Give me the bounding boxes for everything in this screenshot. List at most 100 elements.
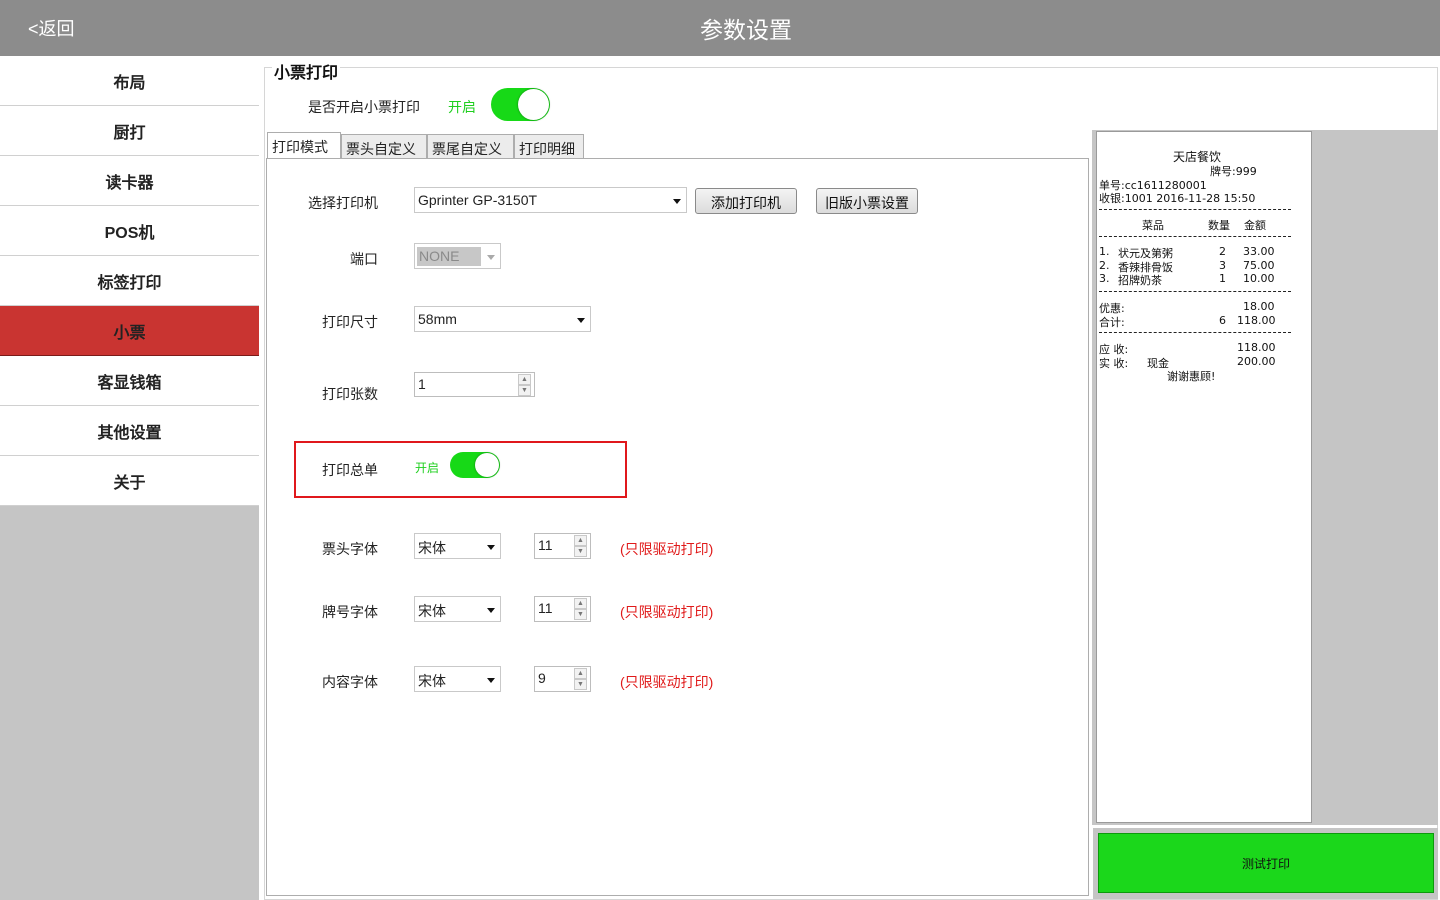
print-mode-panel <box>266 158 1089 896</box>
stepper-buttons: ▲ ▼ <box>574 668 588 690</box>
stepper-up-icon[interactable]: ▲ <box>518 374 531 385</box>
printer-select[interactable]: Gprinter GP-3150T <box>414 187 687 213</box>
port-label: 端口 <box>350 251 378 267</box>
copies-stepper[interactable]: 1 ▲ ▼ <box>414 372 535 397</box>
toggle-knob <box>475 453 499 477</box>
page-title: 参数设置 <box>700 17 792 43</box>
content-font-size-value: 9 <box>538 670 546 686</box>
sidebar-item-display-cashbox[interactable]: 客显钱箱 <box>0 356 259 406</box>
printer-select-value: Gprinter GP-3150T <box>418 192 538 208</box>
chevron-down-icon <box>577 318 585 323</box>
receipt-item-amount: 33.00 <box>1243 245 1275 258</box>
receipt-divider <box>1099 236 1291 237</box>
sidebar: 布局 厨打 读卡器 POS机 标签打印 小票 客显钱箱 其他设置 关于 <box>0 56 259 900</box>
sidebar-item-layout[interactable]: 布局 <box>0 56 259 106</box>
receipt-item-qty: 3 <box>1219 259 1226 272</box>
receipt-item-qty: 2 <box>1219 245 1226 258</box>
stepper-up-icon[interactable]: ▲ <box>574 535 587 546</box>
print-summary-toggle[interactable] <box>450 452 500 478</box>
header-font-select[interactable]: 宋体 <box>414 533 501 559</box>
add-printer-button[interactable]: 添加打印机 <box>695 188 797 214</box>
receipt-paid-method: 现金 <box>1147 357 1169 370</box>
print-summary-state: 开启 <box>415 461 440 475</box>
receipt-divider <box>1099 291 1291 292</box>
chevron-down-icon <box>487 678 495 683</box>
port-select: NONE <box>414 243 501 269</box>
legacy-receipt-settings-button[interactable]: 旧版小票设置 <box>816 188 918 214</box>
group-title: 小票打印 <box>272 59 341 83</box>
chevron-down-icon <box>487 608 495 613</box>
copies-value: 1 <box>418 376 426 392</box>
sidebar-item-label-print[interactable]: 标签打印 <box>0 256 259 306</box>
driver-only-note: (只限驱动打印) <box>620 604 714 620</box>
receipt-item-amount: 75.00 <box>1243 259 1275 272</box>
stepper-buttons: ▲ ▼ <box>574 535 588 557</box>
stepper-down-icon[interactable]: ▼ <box>574 609 587 620</box>
stepper-down-icon[interactable]: ▼ <box>574 546 587 557</box>
print-summary-label: 打印总单 <box>322 462 378 478</box>
enable-receipt-label: 是否开启小票打印 <box>308 99 420 115</box>
receipt-discount-value: 18.00 <box>1243 300 1275 313</box>
header-font-value: 宋体 <box>418 540 446 556</box>
header-font-label: 票头字体 <box>322 541 378 557</box>
tab-footer-custom[interactable]: 票尾自定义 <box>427 134 514 159</box>
receipt-divider <box>1099 332 1291 333</box>
receipt-total-qty: 6 <box>1219 314 1226 327</box>
sidebar-item-pos[interactable]: POS机 <box>0 206 259 256</box>
tab-header-custom[interactable]: 票头自定义 <box>341 134 427 159</box>
receipt-thanks: 谢谢惠顾! <box>1167 370 1216 383</box>
printer-label: 选择打印机 <box>308 195 378 211</box>
sidebar-item-card-reader[interactable]: 读卡器 <box>0 156 259 206</box>
receipt-item-idx: 1. <box>1099 245 1110 258</box>
receipt-paid-label: 实 收: <box>1099 357 1129 370</box>
receipt-total-label: 合计: <box>1099 316 1125 329</box>
header-font-size-value: 11 <box>538 537 553 553</box>
print-size-select[interactable]: 58mm <box>414 306 591 332</box>
number-font-select[interactable]: 宋体 <box>414 596 501 622</box>
receipt-item-amount: 10.00 <box>1243 272 1275 285</box>
tab-print-mode[interactable]: 打印模式 <box>267 132 341 160</box>
test-print-area: 测试打印 <box>1093 828 1438 899</box>
driver-only-note: (只限驱动打印) <box>620 541 714 557</box>
copies-label: 打印张数 <box>322 386 378 402</box>
sidebar-item-about[interactable]: 关于 <box>0 456 259 506</box>
driver-only-note: (只限驱动打印) <box>620 674 714 690</box>
receipt-item-idx: 3. <box>1099 272 1110 285</box>
sidebar-item-kitchen-print[interactable]: 厨打 <box>0 106 259 156</box>
stepper-up-icon[interactable]: ▲ <box>574 668 587 679</box>
stepper-down-icon[interactable]: ▼ <box>518 385 531 396</box>
stepper-buttons: ▲ ▼ <box>574 598 588 620</box>
content-font-label: 内容字体 <box>322 674 378 690</box>
enable-receipt-state: 开启 <box>448 99 476 115</box>
receipt-item-qty: 1 <box>1219 272 1226 285</box>
receipt-due-value: 118.00 <box>1237 341 1276 354</box>
receipt-cashier: 收银:1001 2016-11-28 15:50 <box>1099 192 1256 205</box>
receipt-item-idx: 2. <box>1099 259 1110 272</box>
test-print-button[interactable]: 测试打印 <box>1098 833 1434 893</box>
number-font-size-stepper[interactable]: 11 ▲ ▼ <box>534 596 591 622</box>
tab-print-detail[interactable]: 打印明细 <box>514 134 584 159</box>
header-font-size-stepper[interactable]: 11 ▲ ▼ <box>534 533 591 559</box>
port-select-value: NONE <box>417 247 481 266</box>
toggle-knob <box>518 89 549 120</box>
chevron-down-icon <box>487 255 495 260</box>
content-font-select[interactable]: 宋体 <box>414 666 501 692</box>
receipt-col-item: 菜品 <box>1142 219 1164 232</box>
enable-receipt-toggle[interactable] <box>491 88 550 121</box>
receipt-col-amount: 金额 <box>1244 219 1266 232</box>
receipt-preview: 天店餐饮 牌号:999 单号:cc1611280001 收银:1001 2016… <box>1096 131 1312 823</box>
title-bar: <返回 参数设置 <box>0 0 1440 56</box>
print-size-label: 打印尺寸 <box>322 314 378 330</box>
receipt-plate-no: 牌号:999 <box>1210 165 1257 178</box>
receipt-item-name: 招牌奶茶 <box>1118 274 1162 287</box>
stepper-down-icon[interactable]: ▼ <box>574 679 587 690</box>
content-font-size-stepper[interactable]: 9 ▲ ▼ <box>534 666 591 692</box>
sidebar-item-other-settings[interactable]: 其他设置 <box>0 406 259 456</box>
sidebar-item-receipt[interactable]: 小票 <box>0 306 259 356</box>
receipt-total-value: 118.00 <box>1237 314 1276 327</box>
stepper-up-icon[interactable]: ▲ <box>574 598 587 609</box>
receipt-col-qty: 数量 <box>1208 219 1230 232</box>
chevron-down-icon <box>673 199 681 204</box>
number-font-value: 宋体 <box>418 603 446 619</box>
number-font-size-value: 11 <box>538 600 553 616</box>
